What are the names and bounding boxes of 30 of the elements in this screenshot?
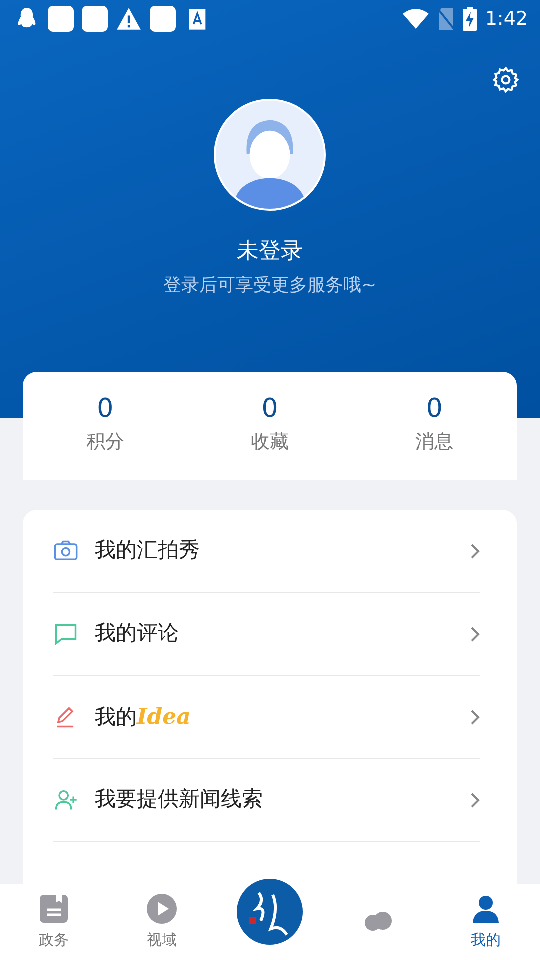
wifi-icon xyxy=(403,9,430,29)
chevron-right-icon xyxy=(471,544,480,558)
stat-label: 收藏 xyxy=(251,430,289,456)
menu-item-label[interactable]: 我的Idea xyxy=(95,700,455,734)
book-icon xyxy=(38,892,70,925)
chevron-right-icon xyxy=(471,626,480,642)
stat-label: 积分 xyxy=(86,430,124,456)
menu-item-label[interactable]: 我要提供新闻线索 xyxy=(95,784,455,816)
user-name: 未登录 xyxy=(237,238,303,266)
notification-icon xyxy=(150,6,176,32)
clock-time: 1:42 xyxy=(485,6,528,32)
menu-item-label[interactable]: 我的汇拍秀 xyxy=(95,535,455,567)
notification-icon xyxy=(82,6,108,32)
tab-item[interactable]: 视域 xyxy=(108,892,216,952)
stat-value: 0 xyxy=(262,395,278,424)
menu-item-label[interactable]: 我的评论 xyxy=(95,618,455,650)
stat-label: 消息 xyxy=(416,430,454,456)
stat-value: 0 xyxy=(426,395,443,424)
settings-icon[interactable] xyxy=(492,66,520,94)
stat-value: 0 xyxy=(97,395,114,424)
login-hint: 登录后可享受更多服务哦~ xyxy=(163,274,377,298)
battery-charging-icon xyxy=(463,7,478,31)
play-icon xyxy=(146,892,178,925)
no-sim-icon xyxy=(437,8,456,30)
chevron-right-icon xyxy=(471,710,480,724)
tab-item[interactable]: 政务 xyxy=(0,892,108,952)
chevron-right-icon xyxy=(471,792,480,808)
tab-item[interactable]: 我的 xyxy=(432,892,540,952)
warning-icon xyxy=(116,6,142,32)
notification-icon xyxy=(48,6,74,32)
